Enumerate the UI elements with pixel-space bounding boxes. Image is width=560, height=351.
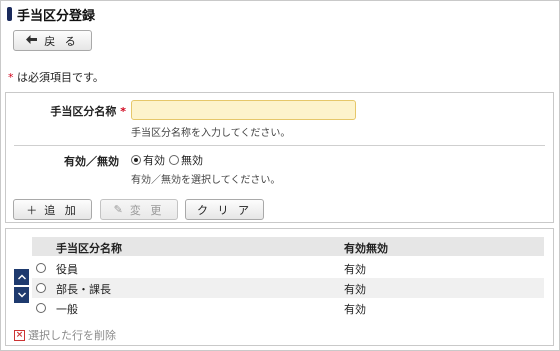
row-status: 有効 bbox=[344, 303, 366, 316]
delete-selected-label: 選択した行を削除 bbox=[28, 329, 116, 342]
move-down-button[interactable] bbox=[14, 287, 29, 303]
status-radio-group: 有効 無効 bbox=[131, 152, 207, 168]
row-select-radio[interactable] bbox=[36, 263, 46, 273]
row-status: 有効 bbox=[344, 263, 366, 276]
plus-icon: ＋ bbox=[26, 203, 38, 217]
clear-button[interactable]: ク リ ア bbox=[185, 199, 264, 220]
page-header: 手当区分登録 bbox=[7, 5, 96, 24]
row-name: 役員 bbox=[56, 263, 78, 276]
pencil-icon: ✎ bbox=[113, 203, 123, 216]
name-field-label: 手当区分名称 * bbox=[26, 103, 126, 119]
allowance-name-input[interactable] bbox=[131, 100, 356, 120]
status-field-label: 有効／無効 bbox=[64, 155, 119, 168]
clear-button-label: ク リ ア bbox=[197, 203, 252, 217]
page-title: 手当区分登録 bbox=[17, 8, 96, 24]
arrow-left-icon bbox=[26, 34, 38, 47]
list-panel: 手当区分名称 有効無効 役員 有効 部長・課長 有効 一般 有効 × 選択した行… bbox=[5, 228, 554, 346]
chevron-up-icon bbox=[17, 274, 26, 280]
add-button[interactable]: ＋ 追 加 bbox=[13, 199, 92, 220]
delete-selected-button[interactable]: × 選択した行を削除 bbox=[14, 327, 116, 343]
row-name: 部長・課長 bbox=[56, 283, 111, 296]
name-field-hint: 手当区分名称を入力してください。 bbox=[131, 128, 291, 139]
status-option-invalid[interactable]: 無効 bbox=[169, 152, 203, 168]
status-option-invalid-label: 無効 bbox=[181, 154, 203, 167]
delete-icon: × bbox=[14, 329, 25, 341]
name-field-label-text: 手当区分名称 bbox=[50, 105, 117, 118]
status-field-hint: 有効／無効を選択してください。 bbox=[131, 175, 281, 186]
add-button-label: 追 加 bbox=[44, 203, 79, 217]
back-button[interactable]: 戻 る bbox=[13, 30, 92, 51]
row-status: 有効 bbox=[344, 283, 366, 296]
form-divider bbox=[14, 145, 545, 146]
table-row[interactable]: 役員 有効 bbox=[32, 258, 544, 278]
name-field-required-star: * bbox=[120, 105, 126, 118]
column-header-status: 有効無効 bbox=[344, 242, 388, 255]
title-marker bbox=[7, 7, 12, 21]
table-row[interactable]: 一般 有効 bbox=[32, 298, 544, 318]
status-option-valid-label: 有効 bbox=[143, 154, 165, 167]
column-header-name: 手当区分名称 bbox=[56, 242, 122, 255]
row-select-radio[interactable] bbox=[36, 283, 46, 293]
update-button[interactable]: ✎ 変 更 bbox=[100, 199, 178, 220]
radio-invalid[interactable] bbox=[169, 155, 179, 165]
radio-valid[interactable] bbox=[131, 155, 141, 165]
move-up-button[interactable] bbox=[14, 269, 29, 285]
back-button-label: 戻 る bbox=[44, 34, 79, 48]
row-name: 一般 bbox=[56, 303, 78, 316]
required-note-text: は必須項目です。 bbox=[13, 71, 104, 84]
status-option-valid[interactable]: 有効 bbox=[131, 152, 165, 168]
page: 手当区分登録 戻 る * は必須項目です。 手当区分名称 * 手当区分名称を入力… bbox=[0, 0, 560, 351]
row-select-radio[interactable] bbox=[36, 303, 46, 313]
table-row[interactable]: 部長・課長 有効 bbox=[32, 278, 544, 298]
update-button-label: 変 更 bbox=[129, 203, 165, 217]
chevron-down-icon bbox=[17, 292, 26, 298]
table-header: 手当区分名称 有効無効 bbox=[32, 237, 544, 256]
required-note: * は必須項目です。 bbox=[8, 69, 104, 85]
